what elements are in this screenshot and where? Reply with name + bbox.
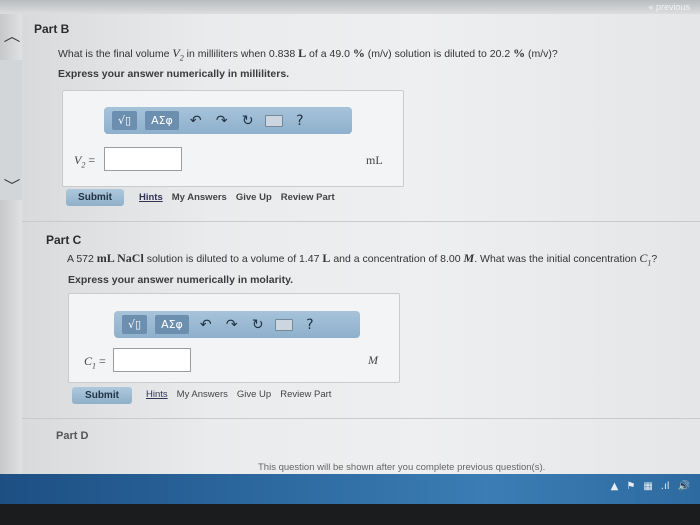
part-b-answer-variable: V2 = [74,153,96,170]
part-c-math-toolbar: √▯ ΑΣφ ↶ ↷ ↻ ? [114,311,360,338]
part-c-instruction: Express your answer numerically in molar… [68,274,294,286]
monitor-bezel [0,504,700,525]
part-b-math-toolbar: √▯ ΑΣφ ↶ ↷ ↻ ? [104,107,352,134]
top-bar: « previous [0,0,700,14]
my-answers-link[interactable]: My Answers [177,389,228,400]
app-tray-icon[interactable]: ▦ [643,481,652,492]
part-b-submit-button[interactable]: Submit [66,189,124,206]
divider [22,221,700,222]
part-b-unit-label: mL [366,153,383,167]
part-d-title: Part D [56,430,89,442]
help-icon[interactable]: ? [301,317,319,333]
part-c-links: Hints My Answers Give Up Review Part [146,389,331,400]
keyboard-icon[interactable] [274,318,293,331]
undo-icon[interactable]: ↶ [197,317,215,333]
redo-icon[interactable]: ↷ [213,113,231,129]
redo-icon[interactable]: ↷ [223,317,241,333]
template-button[interactable]: √▯ [122,315,148,334]
part-b-links: Hints My Answers Give Up Review Part [139,192,335,203]
hints-link[interactable]: Hints [139,192,163,203]
part-c-answer-input[interactable] [113,348,191,372]
greek-symbols-button[interactable]: ΑΣφ [155,315,189,334]
template-button[interactable]: √▯ [112,111,138,130]
system-tray: ▲ ⚑ ▦ .ıl 🔊 [611,481,690,492]
part-b-instruction: Express your answer numerically in milli… [58,68,290,80]
review-part-link[interactable]: Review Part [281,192,335,203]
previous-link[interactable]: « previous [648,2,690,12]
volume-icon[interactable]: 🔊 [678,481,690,492]
part-navigation-strip [0,14,22,474]
help-icon[interactable]: ? [291,113,309,129]
part-c-question: A 572 mL NaCl solution is diluted to a v… [67,251,658,268]
review-part-link[interactable]: Review Part [280,389,331,400]
os-taskbar [0,474,700,504]
keyboard-icon[interactable] [264,114,283,127]
greek-symbols-button[interactable]: ΑΣφ [145,111,179,130]
part-b-answer-input[interactable] [104,147,182,171]
divider [22,418,700,419]
part-b-title: Part B [34,22,70,36]
part-c-submit-button[interactable]: Submit [72,387,132,404]
reset-icon[interactable]: ↻ [239,113,257,129]
part-c-answer-variable: C1 = [84,354,106,371]
undo-icon[interactable]: ↶ [187,113,205,129]
chevron-down-icon[interactable]: ﹀ [4,176,21,196]
part-b-question: What is the final volume V2 in millilite… [58,46,558,63]
browser-viewport: « previous ︿ ﹀ Part B What is the final … [0,0,700,525]
flag-icon[interactable]: ⚑ [626,481,635,492]
reset-icon[interactable]: ↻ [249,317,267,333]
part-b-answer-panel [62,90,404,187]
part-c-unit-label: M [368,353,378,367]
my-answers-link[interactable]: My Answers [172,192,227,203]
part-c-title: Part C [46,233,82,247]
show-hidden-icons-icon[interactable]: ▲ [611,481,619,492]
give-up-link[interactable]: Give Up [237,389,271,400]
give-up-link[interactable]: Give Up [236,192,272,203]
chevron-up-icon[interactable]: ︿ [4,26,21,46]
hints-link[interactable]: Hints [146,389,168,400]
signal-icon[interactable]: .ıl [661,481,670,492]
part-d-locked-notice: This question will be shown after you co… [258,462,546,473]
